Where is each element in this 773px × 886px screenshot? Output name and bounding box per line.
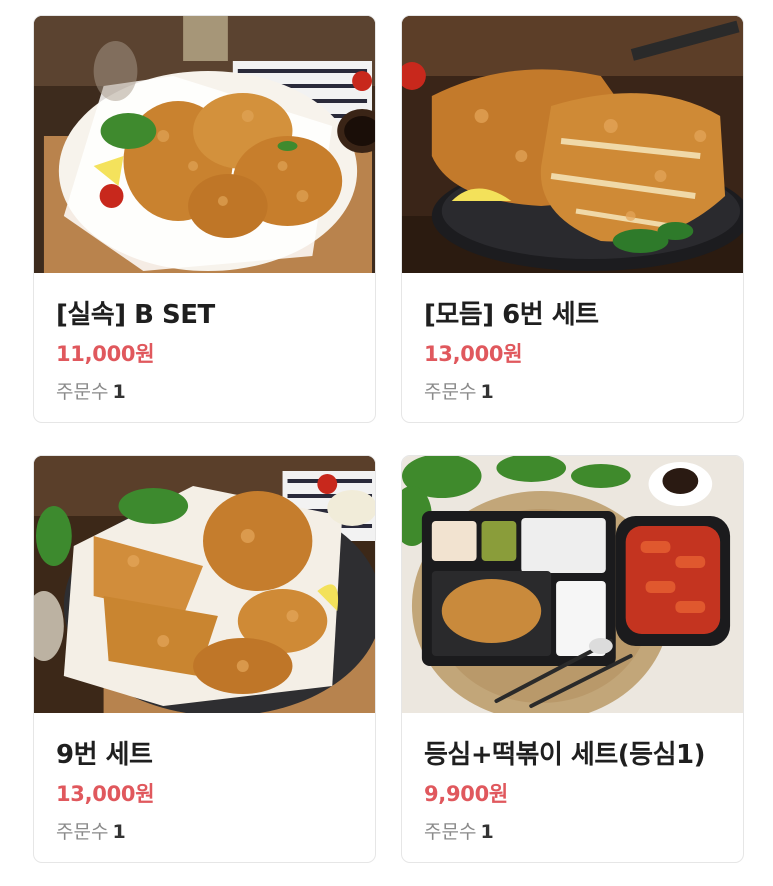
order-count: 주문수 1 xyxy=(424,377,494,404)
order-count-label: 주문수 xyxy=(424,821,477,843)
menu-item-photo[interactable] xyxy=(34,456,375,713)
menu-card[interactable]: [실속] B SET 11,000원 주문수 1 xyxy=(33,15,376,423)
menu-item-price: 13,000원 xyxy=(424,342,523,366)
menu-item-price: 11,000원 xyxy=(56,342,155,366)
menu-item-title: [실속] B SET xyxy=(56,300,215,330)
menu-card[interactable]: [모듬] 6번 세트 13,000원 주문수 1 xyxy=(401,15,744,423)
menu-item-title: [모듬] 6번 세트 xyxy=(424,300,599,330)
order-count-value: 1 xyxy=(112,821,126,843)
menu-item-price: 13,000원 xyxy=(56,782,155,806)
menu-item-title: 등심+떡볶이 세트(등심1) xyxy=(424,740,705,770)
menu-item-price: 9,900원 xyxy=(424,782,508,806)
menu-card[interactable]: 등심+떡볶이 세트(등심1) 9,900원 주문수 1 xyxy=(401,455,744,863)
order-count-value: 1 xyxy=(480,821,494,843)
order-count-value: 1 xyxy=(112,381,126,403)
order-count-value: 1 xyxy=(480,381,494,403)
menu-item-title: 9번 세트 xyxy=(56,740,153,770)
order-count: 주문수 1 xyxy=(56,817,126,844)
order-count: 주문수 1 xyxy=(424,817,494,844)
order-count: 주문수 1 xyxy=(56,377,126,404)
menu-item-photo[interactable] xyxy=(402,16,743,273)
order-count-label: 주문수 xyxy=(56,821,109,843)
menu-item-photo[interactable] xyxy=(402,456,743,713)
order-count-label: 주문수 xyxy=(56,381,109,403)
menu-item-photo[interactable] xyxy=(34,16,375,273)
order-count-label: 주문수 xyxy=(424,381,477,403)
menu-card[interactable]: 9번 세트 13,000원 주문수 1 xyxy=(33,455,376,863)
